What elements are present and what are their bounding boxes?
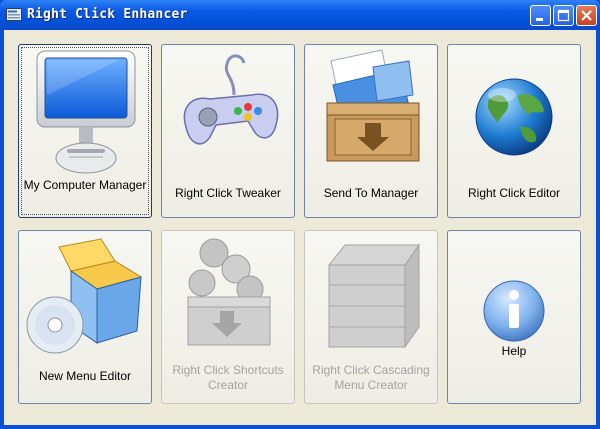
tile-label: Right Click Editor xyxy=(467,186,561,200)
maximize-icon xyxy=(557,9,570,22)
box-with-cd-icon xyxy=(26,238,143,354)
app-window: Right Click Enhancer My Computer Manager… xyxy=(0,0,600,429)
maximize-button[interactable] xyxy=(553,5,574,26)
title-bar[interactable]: Right Click Enhancer xyxy=(0,0,600,30)
my-computer-manager-button[interactable]: My Computer Manager xyxy=(18,44,152,218)
right-click-editor-button[interactable]: Right Click Editor xyxy=(447,44,581,218)
window-title: Right Click Enhancer xyxy=(27,7,188,22)
right-click-shortcuts-creator-button[interactable]: Right Click Shortcuts Creator xyxy=(161,230,295,404)
tile-label: Send To Manager xyxy=(323,186,419,200)
minimize-icon xyxy=(536,18,543,21)
close-button[interactable] xyxy=(576,5,597,26)
crate-with-shortcuts-icon xyxy=(187,238,271,346)
tile-label: Right Click Tweaker xyxy=(175,186,281,200)
info-icon xyxy=(483,280,545,342)
new-menu-editor-button[interactable]: New Menu Editor xyxy=(18,230,152,404)
tile-label: Right Click Shortcuts Creator xyxy=(172,363,284,392)
help-button[interactable]: Help xyxy=(447,230,581,404)
crate-icon xyxy=(327,243,420,349)
globe-icon xyxy=(475,78,553,156)
tile-label: My Computer Manager xyxy=(23,178,147,192)
gamepad-icon xyxy=(183,54,279,145)
send-to-manager-button[interactable]: Send To Manager xyxy=(304,44,438,218)
tile-label: New Menu Editor xyxy=(38,369,132,383)
minimize-button[interactable] xyxy=(530,5,551,26)
right-click-cascading-menu-creator-button[interactable]: Right Click Cascading Menu Creator xyxy=(304,230,438,404)
crate-with-folder-icon xyxy=(326,49,420,162)
tile-label: Help xyxy=(501,344,527,358)
right-click-tweaker-button[interactable]: Right Click Tweaker xyxy=(161,44,295,218)
client-area: My Computer Manager Right Click Tweaker xyxy=(4,30,596,425)
close-icon xyxy=(581,10,592,21)
app-icon xyxy=(6,8,22,21)
monitor-icon xyxy=(36,50,136,174)
tile-label: Right Click Cascading Menu Creator xyxy=(312,363,430,392)
